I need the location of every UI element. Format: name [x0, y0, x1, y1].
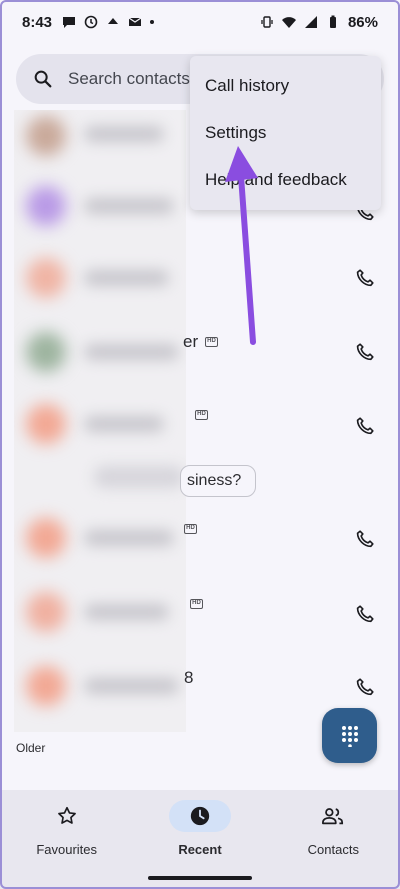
phone-icon[interactable]	[354, 415, 376, 437]
chat-bubble-icon	[63, 17, 76, 28]
phone-icon[interactable]	[354, 341, 376, 363]
blurred-name	[84, 344, 179, 360]
blurred-avatar	[26, 666, 66, 706]
dialpad-icon	[341, 725, 358, 747]
mail-icon	[128, 17, 142, 26]
hd-call-icon: HD	[195, 410, 208, 420]
nav-icon-container	[36, 800, 98, 832]
status-bar: 8:43 86%	[0, 0, 400, 44]
status-time: 8:43	[22, 13, 53, 31]
phone-icon[interactable]	[354, 603, 376, 625]
overflow-menu: Call history Settings Help and feedback	[190, 56, 381, 210]
blurred-avatar	[26, 258, 66, 298]
people-icon	[322, 808, 344, 825]
notification-icons	[62, 15, 155, 29]
phone-icon[interactable]	[354, 267, 376, 289]
blurred-name	[84, 270, 169, 286]
call-name-fragment: er	[183, 332, 199, 351]
blurred-name	[84, 530, 174, 546]
tab-label: Contacts	[307, 842, 359, 857]
history-icon	[84, 15, 98, 29]
call-name-fragment: 8	[184, 668, 194, 687]
dialpad-fab[interactable]	[322, 708, 377, 763]
blurred-name	[84, 416, 164, 432]
menu-item-settings[interactable]: Settings	[205, 123, 266, 143]
search-icon	[34, 70, 52, 88]
redacted-contacts-panel	[14, 110, 186, 732]
tab-recent[interactable]: Recent	[133, 790, 266, 889]
vibrate-icon	[261, 16, 273, 28]
menu-item-help-feedback[interactable]: Help and feedback	[205, 170, 347, 190]
blurred-avatar	[26, 116, 66, 156]
search-placeholder: Search contacts a	[68, 69, 205, 88]
message-chip-text: siness?	[187, 472, 242, 489]
blurred-avatar	[26, 404, 66, 444]
blurred-avatar	[26, 518, 66, 558]
tab-label: Favourites	[36, 842, 98, 857]
section-header-older: Older	[16, 741, 46, 755]
wifi-icon	[281, 17, 296, 28]
blurred-name	[84, 678, 179, 694]
home-indicator[interactable]	[148, 876, 252, 880]
phone-icon[interactable]	[354, 676, 376, 698]
tab-contacts[interactable]: Contacts	[267, 790, 400, 889]
clock-icon	[190, 806, 210, 826]
nav-icon-container	[302, 800, 364, 832]
star-icon	[57, 806, 76, 824]
battery-icon	[329, 15, 336, 28]
hd-call-icon: HD	[190, 599, 203, 609]
blurred-avatar	[26, 592, 66, 632]
blurred-avatar	[26, 332, 66, 372]
more-notifications-dot-icon	[150, 20, 155, 24]
cloud-icon	[108, 18, 119, 24]
hd-call-icon: HD	[205, 337, 218, 347]
blurred-name	[84, 604, 169, 620]
blurred-message	[94, 466, 184, 488]
signal-icon	[304, 16, 317, 28]
status-right: 86%	[260, 14, 378, 31]
nav-icon-container	[168, 800, 231, 832]
tab-favourites[interactable]: Favourites	[0, 790, 133, 889]
hd-call-icon: HD	[184, 524, 197, 534]
blurred-name	[84, 198, 174, 214]
message-chip[interactable]: siness?	[180, 465, 257, 497]
phone-icon[interactable]	[354, 528, 376, 550]
blurred-avatar	[26, 186, 66, 226]
blurred-name	[84, 126, 164, 142]
recent-calls-list: er HD HD HD HD 8 siness? Older	[0, 110, 400, 790]
menu-item-call-history[interactable]: Call history	[205, 76, 289, 96]
battery-percent: 86%	[347, 13, 378, 31]
tab-label: Recent	[178, 842, 222, 857]
bottom-navigation: Favourites Recent Contacts	[0, 790, 400, 889]
